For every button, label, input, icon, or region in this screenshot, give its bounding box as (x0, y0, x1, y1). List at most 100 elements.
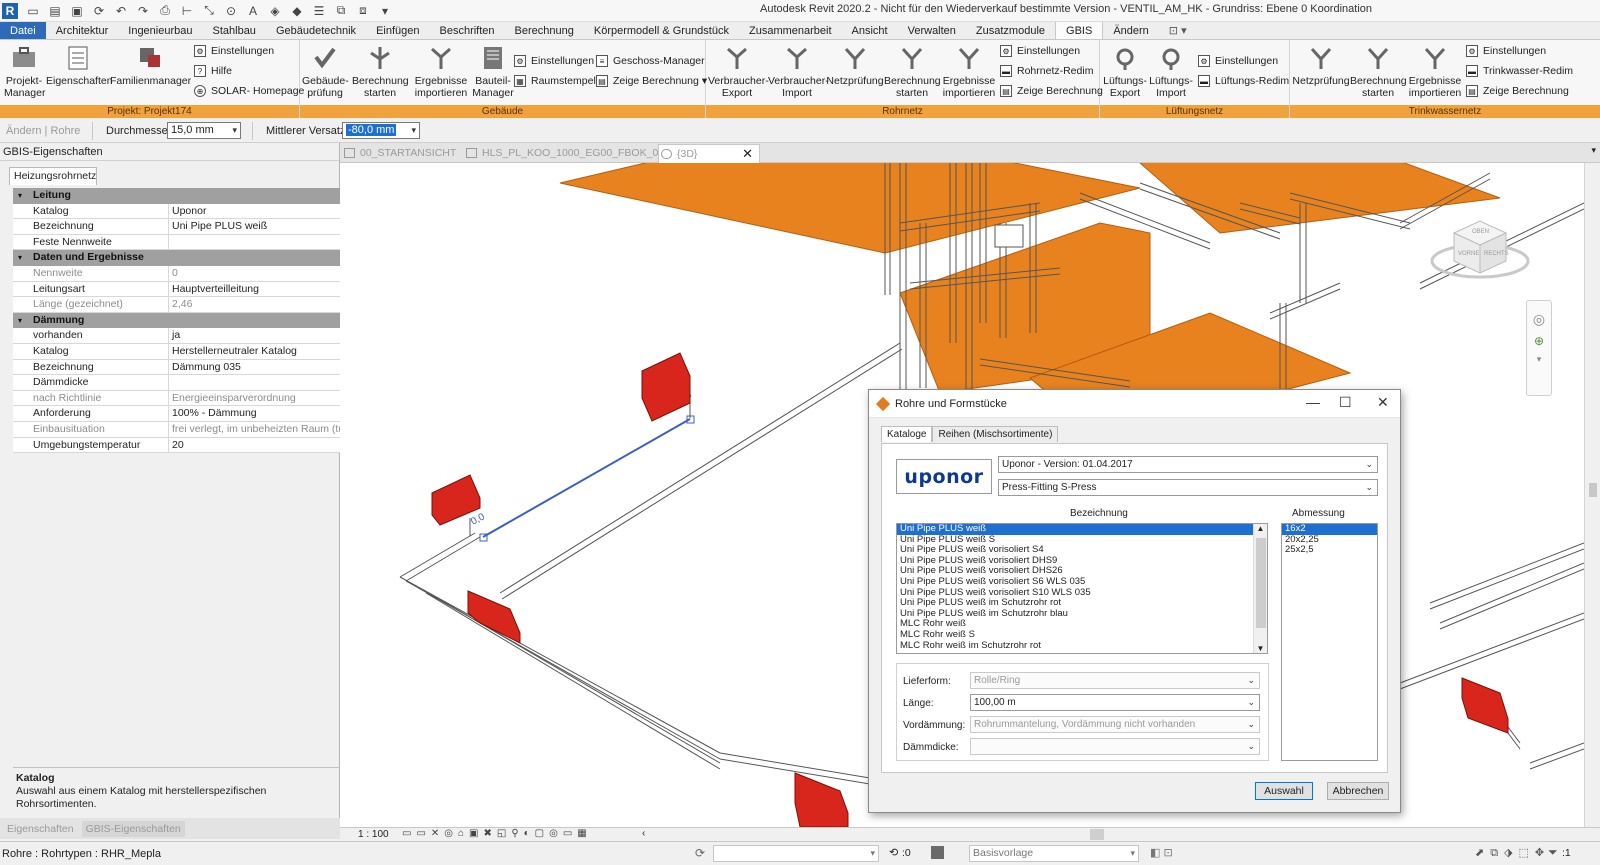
section-icon[interactable]: ◆ (288, 3, 306, 19)
editing-requests-icon[interactable]: ⟲ (889, 846, 898, 859)
collapse-icon[interactable]: ▾ (13, 250, 27, 266)
list-item[interactable]: Uni Pipe PLUS weiß vorisoliert S6 WLS 03… (897, 576, 1253, 588)
property-row[interactable]: Einbausituation frei verlegt, im unbeheiz… (13, 421, 340, 438)
tag-icon[interactable]: ⊙ (222, 3, 240, 19)
gebaeude-ergebnisse-button[interactable]: Ergebnisse importieren (412, 44, 470, 99)
chevron-left-icon[interactable]: ‹ (642, 828, 645, 839)
open-icon[interactable]: ▭ (24, 3, 42, 19)
lueftungs-redim-button[interactable]: ▬ Lüftungs-Redim (1198, 75, 1289, 87)
tab-zusatzmodule[interactable]: Zusatzmodule (966, 22, 1055, 39)
measure-icon[interactable]: ⊢ (178, 3, 196, 19)
list-item[interactable]: 16x2 (1282, 524, 1377, 535)
scroll-thumb[interactable] (1589, 483, 1597, 497)
trinkwasser-netzpruefung-button[interactable]: Netzprüfung (1292, 44, 1350, 87)
tab-beschriften[interactable]: Beschriften (430, 22, 505, 39)
trinkwasser-berechnung-button[interactable]: Berechnung starten (1350, 44, 1407, 99)
trinkwasser-ergebnisse-button[interactable]: Ergebnisse importieren (1406, 44, 1464, 99)
fitting-dropdown[interactable]: Press-Fitting S-Press ⌄ (998, 479, 1378, 496)
view-tab-3d[interactable]: {3D} ✕ (658, 144, 760, 163)
switch-windows-icon[interactable]: ⧈ (354, 3, 372, 19)
steering-wheel-icon[interactable]: ◎ (1527, 311, 1551, 328)
list-item[interactable]: MLC Rohr weiß S (897, 629, 1253, 641)
trinkwasser-redim-button[interactable]: ▬ Trinkwasser-Redim (1466, 65, 1573, 77)
property-group-header[interactable]: ▾ Daten und Ergebnisse (13, 250, 340, 266)
tab-stahlbau[interactable]: Stahlbau (203, 22, 266, 39)
new-icon[interactable]: ▤ (46, 3, 64, 19)
property-row[interactable]: Anforderung 100% - Dämmung (13, 406, 340, 422)
property-group-header[interactable]: ▾ Leitung (13, 188, 340, 204)
trinkwasser-einstellungen-button[interactable]: ⚙ Einstellungen (1466, 45, 1546, 57)
property-row[interactable]: Nennweite 0 (13, 265, 340, 282)
gebaeude-berechnung-button[interactable]: Berechnung starten (352, 44, 409, 99)
property-row[interactable]: Länge (gezeichnet) 2,46 (13, 297, 340, 313)
radiator[interactable] (467, 590, 521, 644)
ribbon-options-dropdown-icon[interactable]: ⊡ ▾ (1159, 22, 1197, 39)
trinkwasser-zeige-berechnung-button[interactable]: ▤ Zeige Berechnung (1466, 85, 1569, 97)
rohrnetz-redim-button[interactable]: ▬ Rohrnetz-Redim (1000, 65, 1093, 77)
customize-qat-icon[interactable]: ▾ (376, 3, 394, 19)
property-row[interactable]: Bezeichnung Dämmung 035 (13, 359, 340, 376)
rohrnetz-einstellungen-button[interactable]: ⚙ Einstellungen (1000, 45, 1080, 57)
redo-icon[interactable]: ↷ (134, 3, 152, 19)
property-row[interactable]: vorhanden ja (13, 328, 340, 344)
listbox-scrollbar[interactable]: ▲ ▼ (1253, 524, 1267, 653)
property-value[interactable]: 20 (169, 437, 340, 454)
collapse-icon[interactable]: ▾ (13, 313, 27, 329)
tab-kataloge[interactable]: Kataloge (881, 426, 933, 442)
laenge-dropdown[interactable]: 100,00 m ⌄ (970, 694, 1260, 711)
property-row[interactable]: Umgebungstemperatur 20 (13, 437, 340, 454)
lieferform-dropdown[interactable]: Rolle/Ring ⌄ (970, 672, 1260, 689)
chevron-down-icon[interactable]: ▾ (1527, 354, 1551, 365)
save-icon[interactable]: ▣ (68, 3, 86, 19)
bauteil-manager-button[interactable]: Bauteil- Manager (470, 44, 516, 99)
rohrnetz-berechnung-button[interactable]: Berechnung starten (884, 44, 941, 99)
rohrnetz-netzpruefung-button[interactable]: Netzprüfung (826, 44, 884, 87)
view-tab-grundriss[interactable]: HLS_PL_KOO_1000_EG00_FBOK_0,00 (464, 144, 673, 163)
tab-zusammenarbeit[interactable]: Zusammenarbeit (739, 22, 842, 39)
property-group-header[interactable]: ▾ Dämmung (13, 312, 340, 329)
tab-koerpermodell[interactable]: Körpermodell & Grundstück (584, 22, 739, 39)
vordaemmung-dropdown[interactable]: Rohrummantelung, Vordämmung nicht vorhan… (970, 716, 1260, 733)
property-value[interactable]: Dämmung 035 (169, 359, 340, 376)
filter-icon[interactable]: ⏷ (1548, 845, 1558, 860)
status-toggle-icons[interactable]: ◧ ⊡ (1150, 846, 1173, 859)
tab-gbis[interactable]: GBIS (1055, 22, 1104, 39)
lueftungs-export-button[interactable]: Lüftungs- Export (1102, 44, 1148, 99)
horizontal-scroll-thumb[interactable] (1090, 829, 1104, 840)
tab-gebaeudetechnik[interactable]: Gebäudetechnik (266, 22, 366, 39)
durchmesser-dropdown[interactable]: 15,0 mm ▾ (167, 122, 241, 139)
abbrechen-button[interactable]: Abbrechen (1327, 782, 1389, 800)
property-row[interactable]: Feste Nennweite (13, 234, 340, 251)
undo-icon[interactable]: ↶ (112, 3, 130, 19)
design-options-icon[interactable] (931, 846, 944, 859)
versatz-dropdown[interactable]: -80,0 mm ▾ (342, 122, 420, 139)
vertical-scrollbar[interactable] (1584, 163, 1600, 827)
tab-verwalten[interactable]: Verwalten (898, 22, 966, 39)
tab-aendern[interactable]: Ändern (1103, 22, 1158, 39)
rohrnetz-ergebnisse-button[interactable]: Ergebnisse importieren (940, 44, 998, 99)
tab-gbis-eigenschaften[interactable]: GBIS-Eigenschaften (81, 820, 185, 837)
maximize-icon[interactable]: ☐ (1339, 394, 1352, 411)
property-value[interactable]: Hauptverteilleitung (169, 281, 340, 298)
design-options-dropdown[interactable]: Basisvorlage ▾ (969, 845, 1139, 862)
tabs-overflow-icon[interactable]: ▾ (1591, 145, 1596, 156)
workset-dropdown[interactable]: ▾ (713, 845, 879, 862)
abmessung-listbox[interactable]: 16x2 20x2,25 25x2,5 (1281, 523, 1378, 761)
tab-reihen[interactable]: Reihen (Mischsortimente) (932, 426, 1059, 442)
tab-eigenschaften[interactable]: Eigenschaften (3, 821, 78, 837)
revit-logo-icon[interactable]: R (2, 2, 18, 19)
auswahl-button[interactable]: Auswahl (1255, 782, 1313, 800)
property-value[interactable]: Uponor (169, 203, 340, 220)
property-value[interactable] (169, 375, 340, 391)
list-item[interactable]: MLC Rohr weiß im Schutzrohr rot (897, 640, 1253, 652)
tab-architektur[interactable]: Architektur (46, 22, 119, 39)
property-row[interactable]: nach Richtlinie Energieeinsparverordnung (13, 390, 340, 407)
tab-heizungsrohrnetz[interactable]: Heizungsrohrnetz (9, 167, 97, 185)
gebaeude-einstellungen-button[interactable]: ⚙ Einstellungen (514, 55, 594, 67)
gebaeude-zeige-berechnung-button[interactable]: ▤ Zeige Berechnung ▾ (596, 75, 707, 87)
bezeichnung-listbox[interactable]: Uni Pipe PLUS weiß Uni Pipe PLUS weiß S Un… (896, 523, 1268, 654)
thin-lines-icon[interactable]: ☰ (310, 3, 328, 19)
zoom-icon[interactable]: ⊕ (1527, 334, 1551, 348)
verbraucher-import-button[interactable]: Verbraucher- Import (768, 44, 829, 99)
solar-homepage-button[interactable]: ⊕ SOLAR- Homepage (194, 85, 304, 97)
